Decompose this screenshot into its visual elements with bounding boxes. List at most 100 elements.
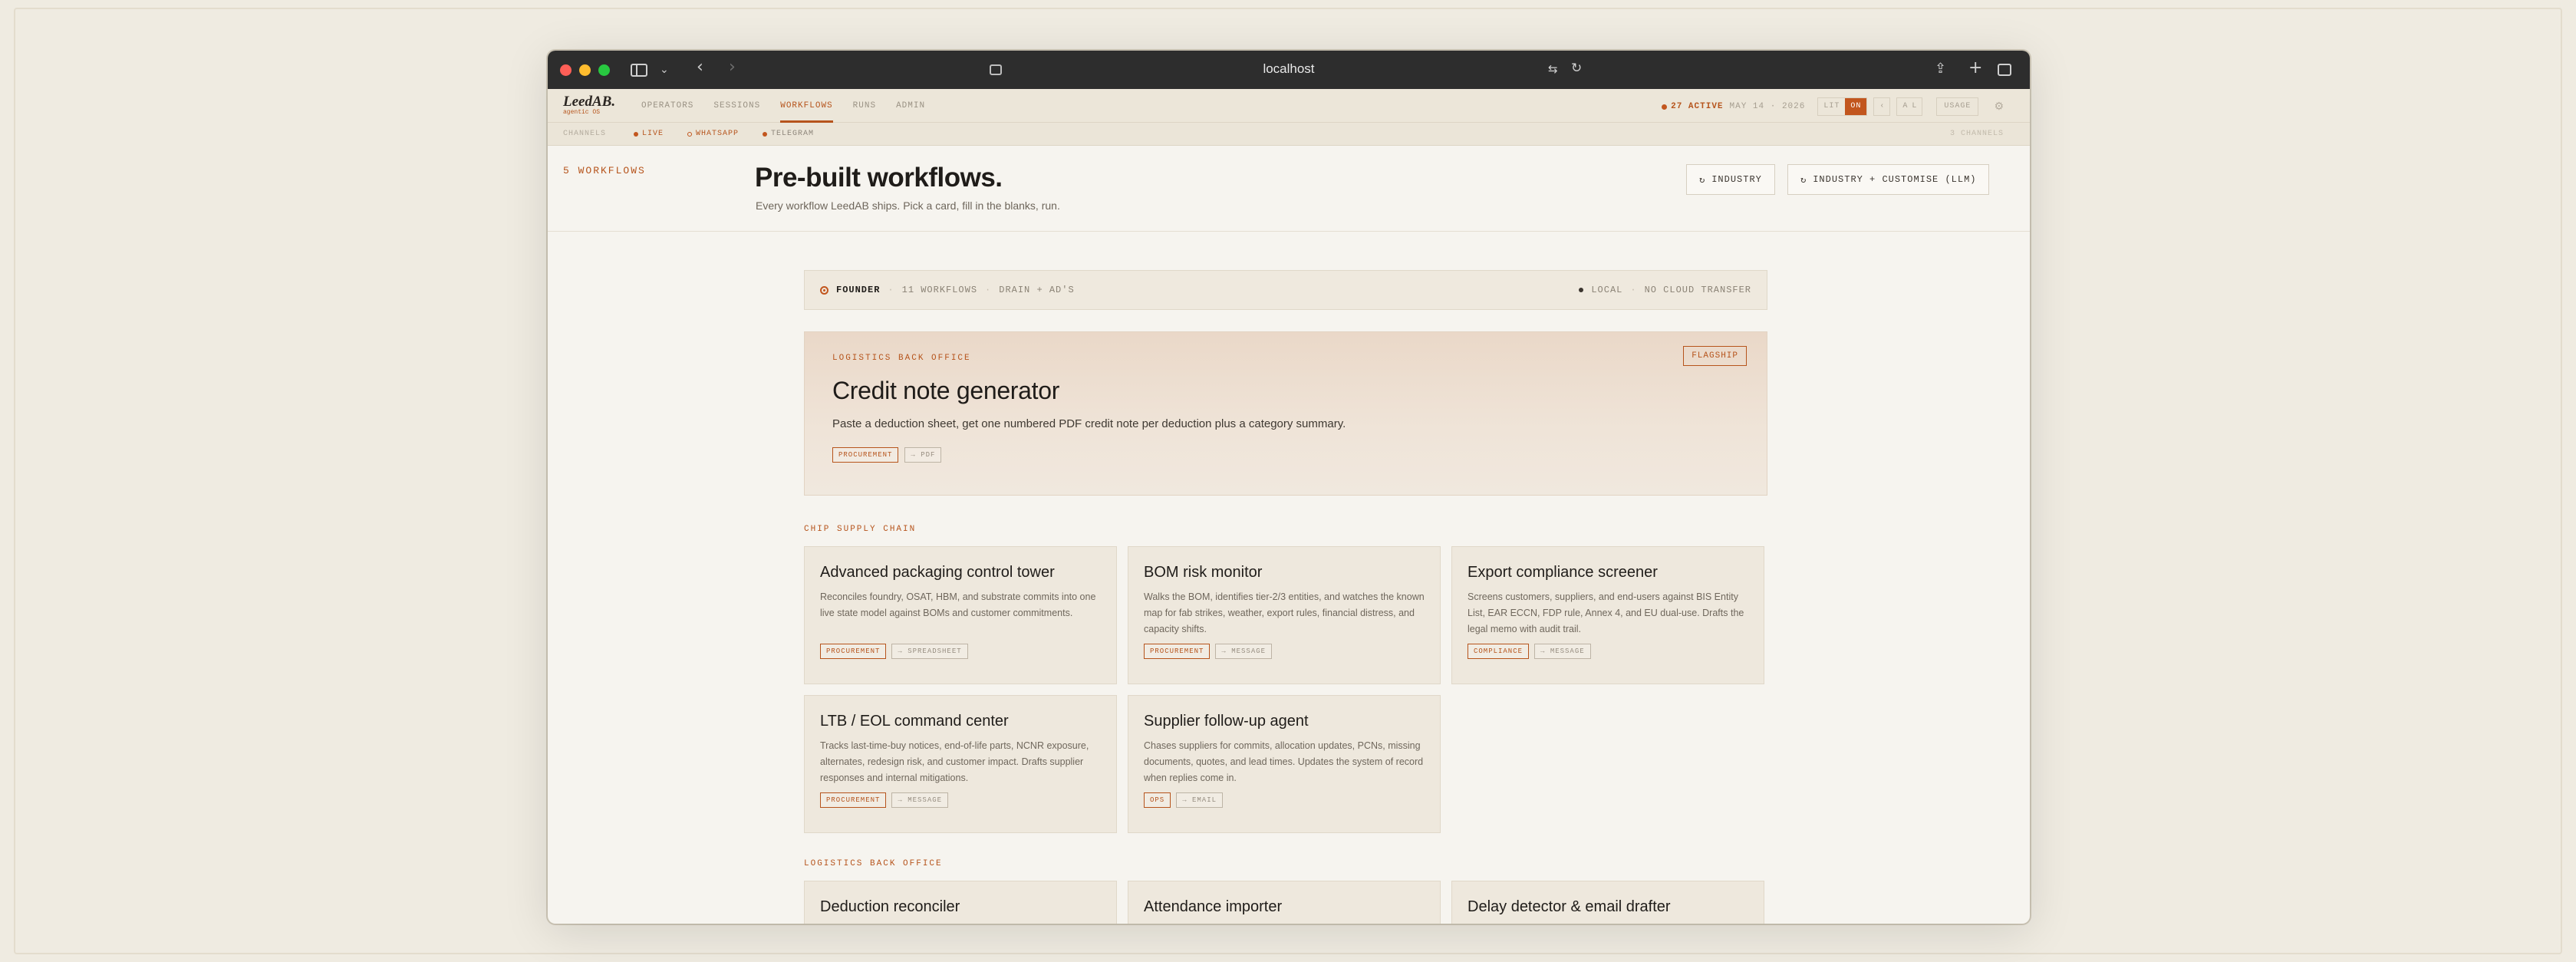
channel-telegram[interactable]: TELEGRAM <box>763 130 814 138</box>
workflow-grid: Deduction reconciler Attendance importer… <box>804 881 1767 924</box>
share-icon[interactable]: ⇪ <box>1935 61 1946 77</box>
output-tag: → MESSAGE <box>1215 644 1273 659</box>
founder-name: FOUNDER <box>836 285 881 295</box>
separator: · <box>1630 285 1637 295</box>
output-tag: → SPREADSHEET <box>891 644 968 659</box>
nav-link-operators[interactable]: OPERATORS <box>641 89 693 123</box>
refresh-icon: ↻ <box>1699 174 1706 186</box>
category-tag: PROCUREMENT <box>832 447 899 463</box>
local-label: LOCAL <box>1591 285 1623 295</box>
flagship-tags: PROCUREMENT → PDF <box>832 447 1739 463</box>
workflow-card[interactable]: Deduction reconciler <box>804 881 1117 924</box>
separator: · <box>888 285 894 295</box>
founder-info: FOUNDER · 11 WORKFLOWS · DRAIN + AD'S <box>820 285 1075 295</box>
font-size-button[interactable]: A L <box>1896 97 1923 116</box>
nav-link-runs[interactable]: RUNS <box>853 89 876 123</box>
section-label-chip-supply-chain: CHIP SUPPLY CHAIN <box>804 525 917 534</box>
card-description: Tracks last-time-buy notices, end-of-lif… <box>820 740 1089 783</box>
status-dot-icon <box>763 131 767 137</box>
industry-button-label: INDUSTRY <box>1711 174 1762 185</box>
page-subtitle: Every workflow LeedAB ships. Pick a card… <box>756 199 1060 212</box>
refresh-icon: ↻ <box>1800 174 1807 186</box>
output-tag: → MESSAGE <box>891 792 949 808</box>
channels-count: 3 CHANNELS <box>1949 130 2004 138</box>
flagship-title: Credit note generator <box>832 377 1060 404</box>
workflow-card[interactable]: Supplier follow-up agent Chases supplier… <box>1128 695 1441 833</box>
card-title: Supplier follow-up agent <box>1144 713 1309 730</box>
flagship-badge: FLAGSHIP <box>1683 346 1747 366</box>
nav-link-sessions[interactable]: SESSIONS <box>713 89 760 123</box>
workflow-card[interactable]: BOM risk monitor Walks the BOM, identifi… <box>1128 546 1441 684</box>
translate-icon[interactable]: ⇆ <box>1548 62 1558 76</box>
workflow-card[interactable]: Attendance importer <box>1128 881 1441 924</box>
category-tag: PROCUREMENT <box>820 644 887 659</box>
workflow-card[interactable]: Export compliance screener Screens custo… <box>1451 546 1764 684</box>
address-bar[interactable]: localhost <box>548 61 2030 77</box>
founder-storage: LOCAL · NO CLOUD TRANSFER <box>1579 285 1751 295</box>
channel-whatsapp[interactable]: WHATSAPP <box>687 130 739 138</box>
channel-live[interactable]: LIVE <box>634 130 664 138</box>
theme-toggle-lit[interactable]: LIT <box>1818 98 1845 115</box>
flagship-description: Paste a deduction sheet, get one numbere… <box>832 417 1346 430</box>
card-tags: OPS → EMAIL <box>1144 792 1425 808</box>
reload-icon[interactable]: ↻ <box>1571 61 1582 76</box>
card-description: Screens customers, suppliers, and end-us… <box>1468 591 1744 634</box>
usage-button[interactable]: USAGE <box>1936 97 1979 116</box>
industry-customise-button[interactable]: ↻ INDUSTRY + CUSTOMISE (LLM) <box>1787 164 1990 195</box>
status-dot-icon <box>634 131 638 137</box>
workflow-card[interactable]: Delay detector & email drafter <box>1451 881 1764 924</box>
output-tag: → MESSAGE <box>1534 644 1591 659</box>
channel-telegram-label: TELEGRAM <box>771 130 815 138</box>
card-tags: PROCUREMENT → MESSAGE <box>820 792 1101 808</box>
founder-bar: FOUNDER · 11 WORKFLOWS · DRAIN + AD'S LO… <box>804 270 1767 310</box>
theme-toggle-on[interactable]: ON <box>1845 98 1867 115</box>
card-title: BOM risk monitor <box>1144 564 1263 581</box>
collapse-button[interactable]: ‹ <box>1873 97 1891 116</box>
brand-logo[interactable]: LeedAB. agentic OS <box>563 94 615 116</box>
workflow-card[interactable]: Advanced packaging control tower Reconci… <box>804 546 1117 684</box>
output-tag: → PDF <box>904 447 942 463</box>
nav-links: OPERATORS SESSIONS WORKFLOWS RUNS ADMIN <box>641 89 925 123</box>
separator: · <box>985 285 992 295</box>
category-tag: PROCUREMENT <box>1144 644 1211 659</box>
card-title: LTB / EOL command center <box>820 713 1009 730</box>
no-cloud-label: NO CLOUD TRANSFER <box>1644 285 1751 295</box>
workflow-card[interactable]: LTB / EOL command center Tracks last-tim… <box>804 695 1117 833</box>
nav-link-workflows[interactable]: WORKFLOWS <box>780 89 833 123</box>
nav-link-admin[interactable]: ADMIN <box>896 89 925 123</box>
tab-overview-icon[interactable] <box>1998 64 2011 76</box>
section-label-logistics: LOGISTICS BACK OFFICE <box>804 859 943 868</box>
card-title: Deduction reconciler <box>820 898 960 915</box>
channels-label: CHANNELS <box>563 130 607 138</box>
active-count: 27 ACTIVE <box>1662 102 1723 111</box>
local-dot-icon <box>1579 288 1584 292</box>
card-description: Chases suppliers for commits, allocation… <box>1144 740 1424 783</box>
channel-whatsapp-label: WHATSAPP <box>696 130 740 138</box>
workflow-list: FOUNDER · 11 WORKFLOWS · DRAIN + AD'S LO… <box>804 270 1767 924</box>
new-tab-icon[interactable]: + <box>1968 58 1982 77</box>
category-tag: COMPLIANCE <box>1468 644 1530 659</box>
founder-owner: DRAIN + AD'S <box>999 285 1075 295</box>
browser-window: ⌄ ‹ › localhost ⇆ ↻ ⇪ + LeedAB. agentic … <box>548 51 2030 924</box>
category-tag: PROCUREMENT <box>820 792 887 808</box>
theme-toggle[interactable]: LIT ON <box>1817 97 1868 116</box>
industry-customise-label: INDUSTRY + CUSTOMISE (LLM) <box>1813 174 1977 185</box>
active-dot-icon <box>1662 104 1668 110</box>
card-tags: PROCUREMENT → SPREADSHEET <box>820 644 1101 659</box>
page-header: 5 WORKFLOWS Pre-built workflows. Every w… <box>548 146 2030 232</box>
card-tags: PROCUREMENT → MESSAGE <box>1144 644 1425 659</box>
settings-gear-icon[interactable]: ⚙ <box>1994 100 2004 113</box>
category-tag: OPS <box>1144 792 1171 808</box>
nav-date: MAY 14 · 2026 <box>1729 102 1806 111</box>
industry-button[interactable]: ↻ INDUSTRY <box>1686 164 1775 195</box>
nav-status-area: 27 ACTIVE MAY 14 · 2026 LIT ON ‹ A L USA… <box>1662 97 2004 116</box>
founder-radio-icon[interactable] <box>820 285 828 295</box>
active-count-label: 27 ACTIVE <box>1671 102 1724 111</box>
card-title: Advanced packaging control tower <box>820 564 1055 581</box>
status-dot-icon <box>687 131 692 137</box>
flagship-card[interactable]: LOGISTICS BACK OFFICE Credit note genera… <box>804 331 1767 496</box>
workflow-grid: Advanced packaging control tower Reconci… <box>804 546 1767 833</box>
browser-toolbar: ⌄ ‹ › localhost ⇆ ↻ ⇪ + <box>548 51 2030 89</box>
output-tag: → EMAIL <box>1176 792 1224 808</box>
channel-live-label: LIVE <box>642 130 664 138</box>
